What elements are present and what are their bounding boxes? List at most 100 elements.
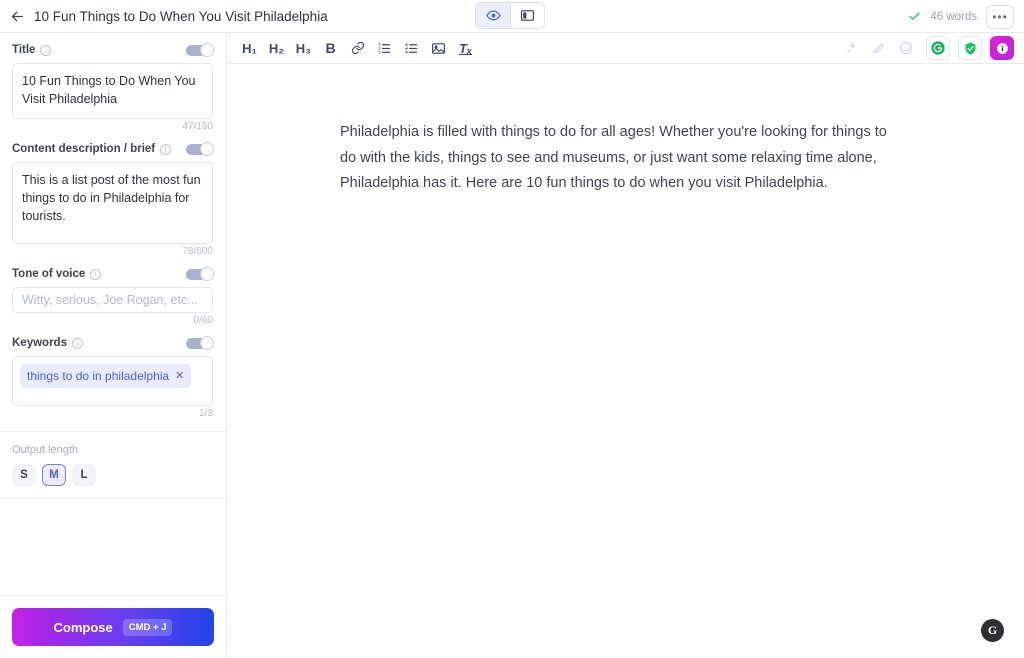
editor-column: H₁ H₂ H₃ B 1 2 3 Tₓ Philadelphia is fill…: [227, 33, 1024, 658]
app-root: 10 Fun Things to Do When You Visit Phila…: [0, 0, 1024, 658]
toggle-knob: [200, 43, 214, 57]
field-brief-label: Content description / brief: [12, 143, 156, 155]
bold-icon: B: [325, 40, 336, 56]
keyword-chip-label: things to do in philadelphia: [27, 369, 170, 383]
field-tone-toggle[interactable]: [186, 267, 214, 281]
bullet-list-icon: [405, 43, 418, 53]
output-length-section: Output length S M L: [0, 432, 226, 486]
heading-3-icon: H₃: [295, 40, 312, 56]
ordered-list-icon: 1 2 3: [378, 42, 391, 55]
image-button[interactable]: [426, 36, 451, 61]
shield-check-button[interactable]: [958, 36, 982, 60]
compose-button[interactable]: Compose CMD + J: [12, 608, 214, 646]
preview-view-button[interactable]: [476, 3, 510, 28]
heading-1-icon: H₁: [242, 40, 257, 56]
body-row: Title i 10 Fun Things to Do When You Vis…: [0, 33, 1024, 658]
field-keywords-toggle[interactable]: [186, 336, 214, 350]
toggle-knob: [200, 336, 214, 350]
keywords-counter: 1/3: [199, 408, 213, 419]
eye-icon: [485, 10, 501, 21]
sparkle-button[interactable]: [839, 36, 864, 61]
output-length-l[interactable]: L: [72, 464, 96, 486]
assistant-icon: [996, 42, 1008, 54]
split-view-button[interactable]: [510, 3, 544, 28]
grammarly-floating-icon: G: [987, 623, 998, 637]
field-keywords: Keywords i things to do in philadelphia …: [0, 330, 226, 419]
compose-shortcut-badge: CMD + J: [122, 618, 173, 636]
close-icon[interactable]: ✕: [175, 367, 184, 385]
clear-format-icon: Tₓ: [458, 40, 473, 56]
toggle-knob: [200, 142, 214, 156]
tone-placeholder: Witty, serious, Joe Rogan, etc...: [22, 293, 198, 307]
toggle-knob: [200, 267, 214, 281]
view-mode-toggle: [475, 2, 545, 29]
pencil-icon: [873, 43, 884, 54]
field-keywords-label: Keywords: [12, 337, 67, 349]
field-keywords-header: Keywords i: [12, 330, 214, 356]
info-icon[interactable]: i: [71, 337, 83, 349]
field-title: Title i 10 Fun Things to Do When You Vis…: [0, 37, 226, 132]
settings-sidebar: Title i 10 Fun Things to Do When You Vis…: [0, 33, 227, 658]
link-icon: [351, 41, 364, 55]
checkmark-icon: [908, 10, 921, 23]
info-icon[interactable]: i: [40, 44, 52, 56]
field-tone: Tone of voice i Witty, serious, Joe Roga…: [0, 261, 226, 326]
top-bar: 10 Fun Things to Do When You Visit Phila…: [0, 0, 1024, 33]
document-title: 10 Fun Things to Do When You Visit Phila…: [34, 8, 328, 24]
keyword-chip[interactable]: things to do in philadelphia ✕: [20, 364, 192, 388]
sidebar-divider-bottom: [0, 498, 226, 499]
title-input[interactable]: 10 Fun Things to Do When You Visit Phila…: [12, 63, 213, 119]
bullet-list-button[interactable]: [399, 36, 424, 61]
bold-button[interactable]: B: [318, 36, 343, 61]
ordered-list-button[interactable]: 1 2 3: [372, 36, 397, 61]
sparkle-icon: [846, 42, 856, 53]
output-length-options: S M L: [12, 464, 214, 486]
split-pane-icon: [520, 10, 535, 21]
image-icon: [431, 42, 446, 54]
editor-toolbar: H₁ H₂ H₃ B 1 2 3 Tₓ: [227, 33, 1024, 64]
emoji-icon: [899, 41, 912, 55]
top-bar-right: 46 words •••: [908, 0, 1014, 33]
svg-text:3: 3: [378, 50, 381, 55]
edit-pencil-button[interactable]: [866, 36, 891, 61]
brief-input[interactable]: This is a list post of the most fun thin…: [12, 162, 213, 244]
arrow-left-icon: [11, 11, 23, 21]
info-icon[interactable]: i: [90, 268, 102, 280]
title-counter: 47/150: [182, 121, 213, 132]
heading-3-button[interactable]: H₃: [291, 36, 316, 61]
info-icon[interactable]: i: [160, 143, 172, 155]
output-length-m[interactable]: M: [42, 464, 66, 486]
output-length-label: Output length: [12, 444, 79, 456]
word-count-label: 46 words: [930, 10, 977, 23]
field-brief-toggle[interactable]: [186, 142, 214, 156]
compose-footer: Compose CMD + J: [0, 595, 226, 658]
compose-button-label: Compose: [53, 619, 113, 635]
emoji-button[interactable]: [893, 36, 918, 61]
field-title-header: Title i: [12, 37, 214, 63]
grammarly-icon: [931, 41, 945, 55]
clear-format-button[interactable]: Tₓ: [453, 36, 478, 61]
back-button[interactable]: [0, 0, 34, 33]
document-paragraph[interactable]: Philadelphia is filled with things to do…: [340, 120, 900, 197]
heading-1-button[interactable]: H₁: [237, 36, 262, 61]
field-brief: Content description / brief i This is a …: [0, 136, 226, 257]
link-button[interactable]: [345, 36, 370, 61]
field-tone-label: Tone of voice: [12, 268, 86, 280]
assistant-button[interactable]: [990, 36, 1014, 60]
tone-input[interactable]: Witty, serious, Joe Rogan, etc...: [12, 287, 213, 313]
more-options-icon: •••: [992, 9, 1008, 24]
sidebar-scroll-area: Title i 10 Fun Things to Do When You Vis…: [0, 33, 226, 595]
field-title-label: Title: [12, 44, 36, 56]
brief-counter: 78/600: [182, 246, 213, 257]
grammarly-floating-button[interactable]: G: [981, 619, 1004, 642]
heading-2-button[interactable]: H₂: [264, 36, 289, 61]
keywords-input[interactable]: things to do in philadelphia ✕: [12, 356, 213, 406]
document-canvas[interactable]: Philadelphia is filled with things to do…: [227, 64, 1024, 658]
field-title-toggle[interactable]: [186, 43, 214, 57]
output-length-s[interactable]: S: [12, 464, 36, 486]
field-brief-header: Content description / brief i: [12, 136, 214, 162]
more-options-button[interactable]: •••: [986, 4, 1014, 29]
tone-counter: 0/60: [193, 315, 213, 326]
shield-check-icon: [965, 41, 975, 55]
grammarly-button[interactable]: [926, 36, 950, 60]
